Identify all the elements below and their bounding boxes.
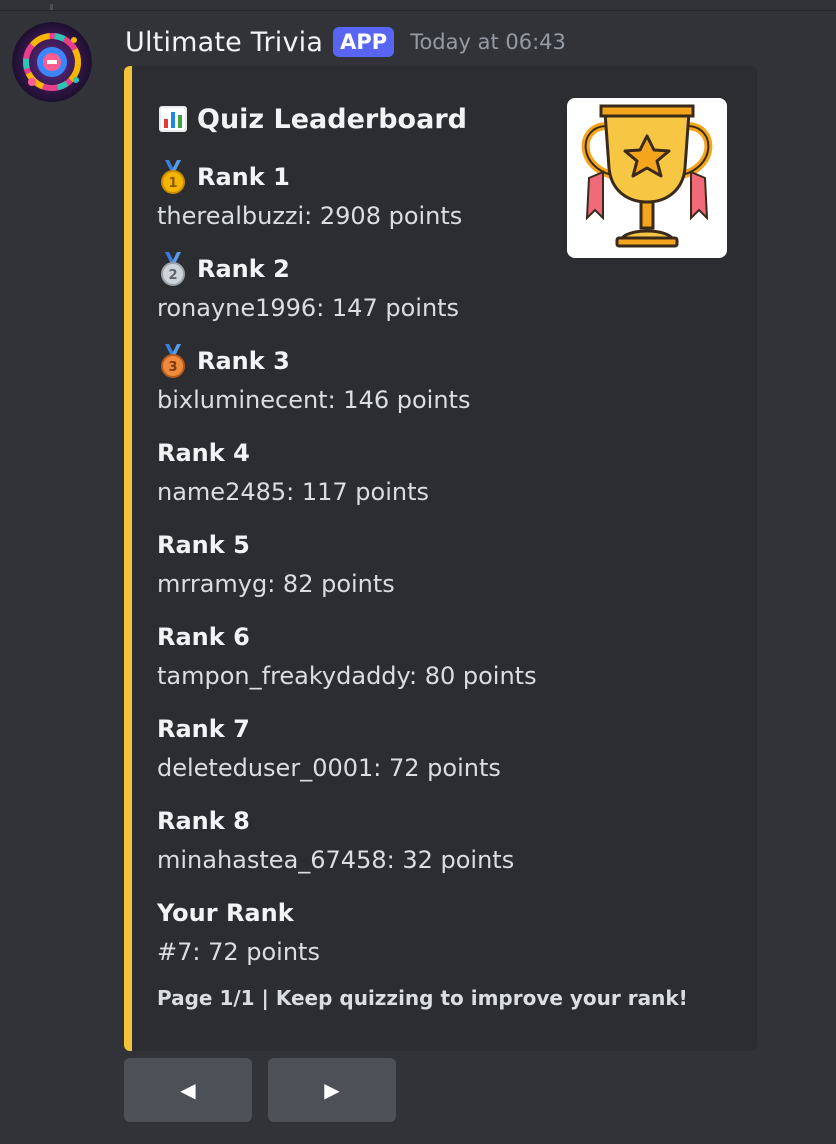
embed-title: Quiz Leaderboard xyxy=(157,102,467,136)
field-value: tampon_freakydaddy: 80 points xyxy=(157,662,537,690)
pagination-buttons: ◀ ▶ xyxy=(124,1058,396,1122)
bot-message: Ultimate Trivia APP Today at 06:43 Quiz … xyxy=(0,0,836,1144)
avatar[interactable] xyxy=(12,22,92,102)
embed-accent-bar xyxy=(124,66,132,1051)
leaderboard-field-rank-6: Rank 6 tampon_freakydaddy: 80 points xyxy=(157,618,717,710)
right-arrow-icon: ▶ xyxy=(324,1078,340,1102)
field-value: minahastea_67458: 32 points xyxy=(157,846,515,874)
field-value: mrramyg: 82 points xyxy=(157,570,395,598)
previous-page-button[interactable]: ◀ xyxy=(124,1058,252,1122)
field-name: 2 Rank 2 xyxy=(157,250,717,288)
field-value: therealbuzzi: 2908 points xyxy=(157,202,463,230)
leaderboard-field-your-rank: Your Rank #7: 72 points xyxy=(157,894,717,986)
leaderboard-fields: 1 Rank 1 therealbuzzi: 2908 points 2 Ran… xyxy=(157,158,717,986)
field-value: #7: 72 points xyxy=(157,938,320,966)
leaderboard-field-rank-2: 2 Rank 2 ronayne1996: 147 points xyxy=(157,250,717,342)
app-badge: APP xyxy=(333,27,395,57)
field-name: Rank 8 xyxy=(157,807,250,835)
leaderboard-embed: Quiz Leaderboard 1 Rank 1 therealbuzzi: … xyxy=(124,66,757,1051)
svg-text:1: 1 xyxy=(168,176,177,191)
next-page-button[interactable]: ▶ xyxy=(268,1058,396,1122)
field-name-text: Rank 1 xyxy=(197,163,290,191)
field-name-text: Rank 2 xyxy=(197,255,290,283)
bar-chart-emoji-icon xyxy=(157,102,189,136)
bronze-medal-icon: 3 xyxy=(157,344,189,378)
field-value: bixluminecent: 146 points xyxy=(157,386,471,414)
field-name-text: Rank 3 xyxy=(197,347,290,375)
field-name: Rank 4 xyxy=(157,439,250,467)
field-value: deleteduser_0001: 72 points xyxy=(157,754,501,782)
leaderboard-field-rank-4: Rank 4 name2485: 117 points xyxy=(157,434,717,526)
svg-text:2: 2 xyxy=(168,268,177,283)
svg-text:3: 3 xyxy=(168,360,177,375)
leaderboard-field-rank-5: Rank 5 mrramyg: 82 points xyxy=(157,526,717,618)
gold-medal-icon: 1 xyxy=(157,160,189,194)
field-name: 3 Rank 3 xyxy=(157,342,717,380)
left-arrow-icon: ◀ xyxy=(180,1078,196,1102)
field-name: 1 Rank 1 xyxy=(157,158,717,196)
field-name: Rank 7 xyxy=(157,715,250,743)
author-name[interactable]: Ultimate Trivia xyxy=(125,27,323,58)
embed-title-text: Quiz Leaderboard xyxy=(197,103,467,135)
leaderboard-field-rank-3: 3 Rank 3 bixluminecent: 146 points xyxy=(157,342,717,434)
field-value: ronayne1996: 147 points xyxy=(157,294,460,322)
leaderboard-field-rank-8: Rank 8 minahastea_67458: 32 points xyxy=(157,802,717,894)
embed-footer: Page 1/1 | Keep quizzing to improve your… xyxy=(157,986,688,1010)
message-header: Ultimate Trivia APP Today at 06:43 xyxy=(125,22,566,62)
leaderboard-field-rank-1: 1 Rank 1 therealbuzzi: 2908 points xyxy=(157,158,717,250)
field-name: Your Rank xyxy=(157,899,294,927)
field-value: name2485: 117 points xyxy=(157,478,430,506)
timestamp[interactable]: Today at 06:43 xyxy=(410,30,566,54)
leaderboard-field-rank-7: Rank 7 deleteduser_0001: 72 points xyxy=(157,710,717,802)
field-name: Rank 5 xyxy=(157,531,250,559)
silver-medal-icon: 2 xyxy=(157,252,189,286)
field-name: Rank 6 xyxy=(157,623,250,651)
